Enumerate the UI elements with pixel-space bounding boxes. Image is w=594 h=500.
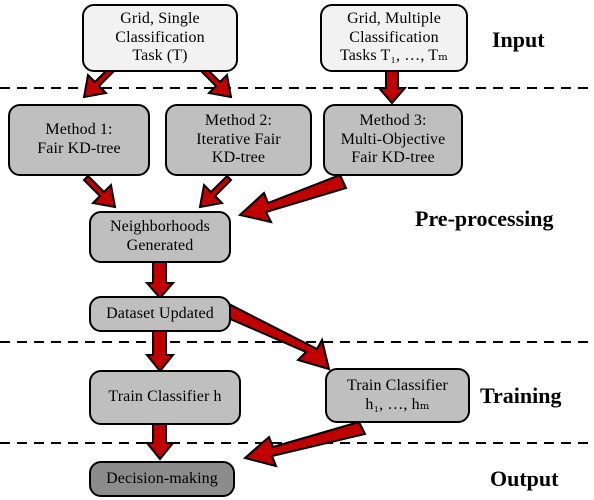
node-method-2-label: Method 2: Iterative Fair KD-tree — [196, 111, 281, 167]
node-grid-single-label: Grid, Single Classification Task (T) — [115, 9, 205, 65]
arrow-train-classifier-h-to-decision — [144, 420, 176, 461]
arrow-neighborhoods-to-dataset — [144, 261, 176, 300]
arrow-dataset-to-train-classifier-h — [144, 329, 176, 373]
node-method-3[interactable]: Method 3: Multi-Objective Fair KD-tree — [323, 104, 463, 176]
arrow-method-1-to-neighborhoods — [82, 174, 117, 209]
node-neighborhoods[interactable]: Neighborhoods Generated — [89, 211, 231, 263]
node-train-classifier-h-label: Train Classifier h — [108, 388, 222, 406]
node-decision-making-label: Decision-making — [106, 469, 218, 487]
node-method-2[interactable]: Method 2: Iterative Fair KD-tree — [165, 104, 312, 176]
flowchart-diagram: .arrow { fill: #c00000; stroke: #000000;… — [0, 0, 594, 500]
node-decision-making[interactable]: Decision-making — [89, 461, 235, 497]
node-method-1[interactable]: Method 1: Fair KD-tree — [8, 104, 150, 176]
node-grid-single[interactable]: Grid, Single Classification Task (T) — [82, 4, 238, 72]
node-neighborhoods-label: Neighborhoods Generated — [110, 218, 210, 254]
stage-label-pre-processing: Pre-processing — [415, 206, 554, 231]
stage-label-input: Input — [492, 27, 545, 52]
node-method-3-label: Method 3: Multi-Objective Fair KD-tree — [340, 111, 446, 167]
node-train-classifier-hm[interactable]: Train Classifier h₁, …, hₘ — [325, 368, 470, 423]
stage-label-training: Training — [480, 383, 562, 408]
arrow-method-2-to-neighborhoods — [198, 174, 233, 209]
stage-label-output: Output — [490, 466, 559, 491]
node-dataset-updated-label: Dataset Updated — [106, 304, 214, 322]
node-method-1-label: Method 1: Fair KD-tree — [37, 121, 121, 157]
node-train-classifier-h[interactable]: Train Classifier h — [89, 370, 241, 425]
arrow-method-3-to-neighborhoods — [237, 173, 348, 224]
node-grid-multiple-label: Grid, Multiple Classification Tasks T₁, … — [339, 9, 449, 65]
node-train-classifier-hm-label: Train Classifier h₁, …, hₘ — [346, 376, 448, 413]
node-dataset-updated[interactable]: Dataset Updated — [89, 296, 231, 332]
node-grid-multiple[interactable]: Grid, Multiple Classification Tasks T₁, … — [320, 4, 468, 72]
